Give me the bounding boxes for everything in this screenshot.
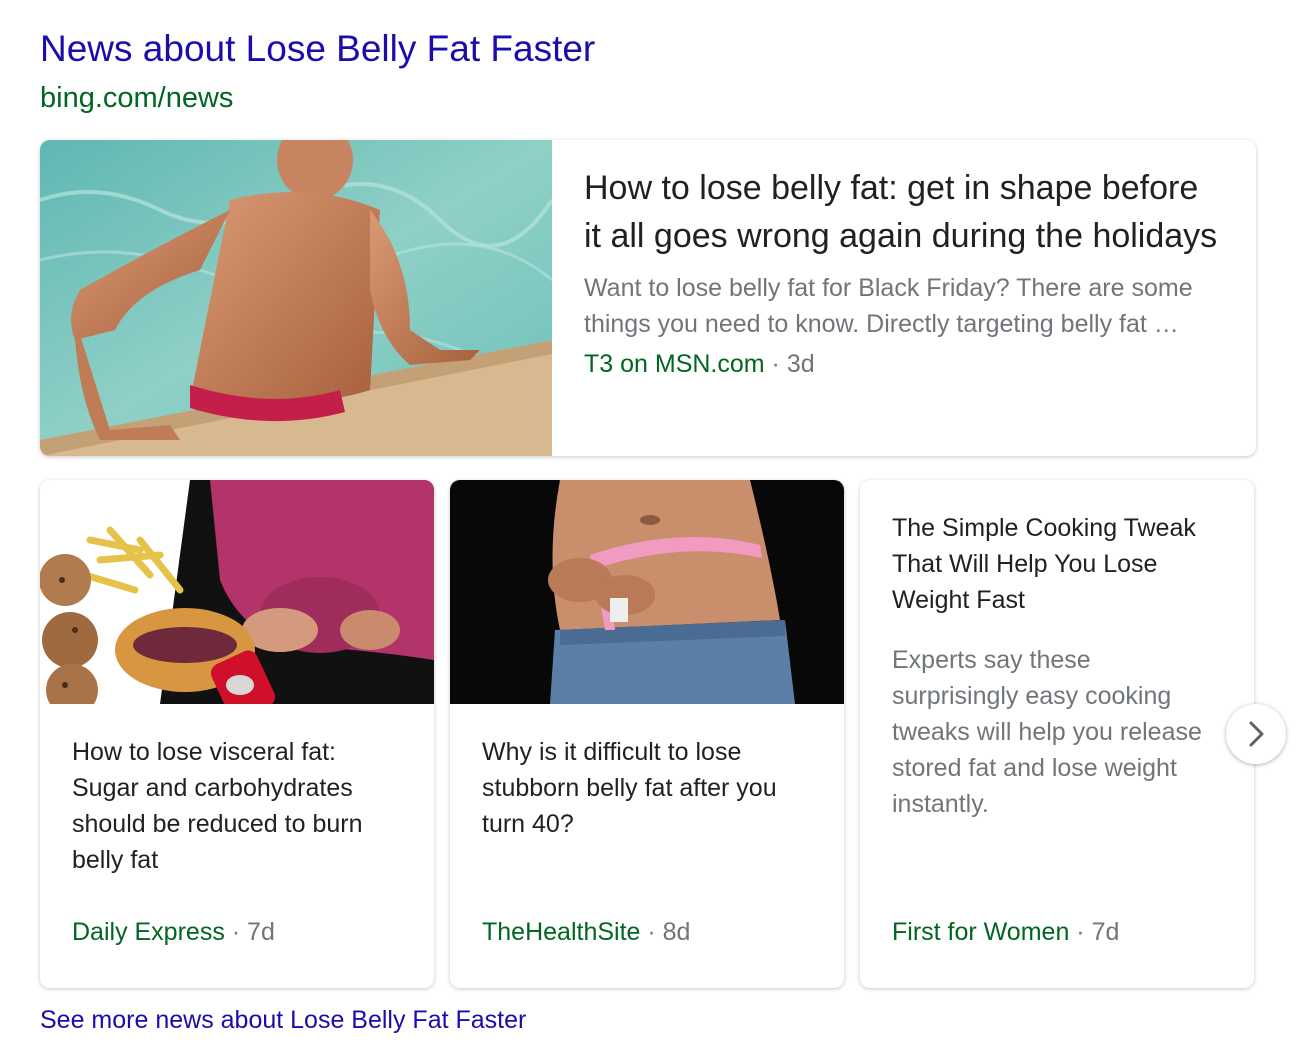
- featured-headline[interactable]: How to lose belly fat: get in shape befo…: [584, 164, 1224, 260]
- carousel-next-button[interactable]: [1226, 704, 1286, 764]
- meta-separator: ·: [224, 918, 248, 946]
- publisher-name: Daily Express: [72, 918, 225, 946]
- news-card-headline[interactable]: Why is it difficult to lose stubborn bel…: [482, 734, 812, 842]
- meta-separator: ·: [640, 918, 663, 946]
- publisher-name: TheHealthSite: [482, 918, 641, 946]
- meta-separator: ·: [1069, 918, 1092, 946]
- featured-snippet: Want to lose belly fat for Black Friday?…: [584, 274, 1193, 338]
- news-card-meta: TheHealthSite · 8d: [482, 918, 690, 947]
- featured-news-card[interactable]: How to lose belly fat: get in shape befo…: [40, 140, 1256, 456]
- news-card[interactable]: The Simple Cooking Tweak That Will Help …: [860, 480, 1254, 988]
- news-card-snippet: Experts say these surprisingly easy cook…: [892, 646, 1202, 818]
- see-more-news-link[interactable]: See more news about Lose Belly Fat Faste…: [40, 1006, 526, 1035]
- article-age: 3d: [786, 350, 815, 378]
- news-card-image[interactable]: [450, 480, 844, 704]
- chevron-right-icon: [1245, 719, 1267, 749]
- news-card-headline[interactable]: The Simple Cooking Tweak That Will Help …: [892, 510, 1222, 618]
- featured-news-image[interactable]: [40, 140, 552, 456]
- publisher-name: First for Women: [892, 918, 1070, 946]
- featured-meta: T3 on MSN.com · 3d: [584, 350, 1224, 379]
- meta-separator: ·: [764, 350, 787, 378]
- news-card-meta: Daily Express · 7d: [72, 918, 275, 947]
- news-card-headline[interactable]: How to lose visceral fat: Sugar and carb…: [72, 734, 402, 878]
- news-card[interactable]: How to lose visceral fat: Sugar and carb…: [40, 480, 434, 988]
- article-age: 7d: [1091, 918, 1120, 946]
- source-url[interactable]: bing.com/news: [40, 82, 233, 115]
- news-card-meta: First for Women · 7d: [892, 918, 1119, 947]
- article-age: 7d: [247, 918, 275, 946]
- news-section-title[interactable]: News about Lose Belly Fat Faster: [40, 28, 595, 70]
- article-age: 8d: [662, 918, 691, 946]
- publisher-name: T3 on MSN.com: [584, 350, 765, 378]
- news-card-image[interactable]: [40, 480, 434, 704]
- news-card[interactable]: Why is it difficult to lose stubborn bel…: [450, 480, 844, 988]
